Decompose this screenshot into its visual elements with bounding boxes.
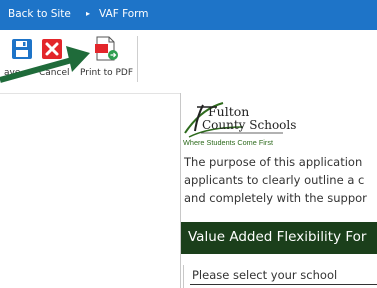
logo-line-2: County Schools xyxy=(202,118,297,132)
breadcrumb-current: VAF Form xyxy=(99,8,149,20)
logo-tagline: Where Students Come First xyxy=(183,138,274,147)
logo-line-1: Fulton xyxy=(208,104,250,119)
intro-text-line: and completely with the suppor xyxy=(184,191,367,205)
print-pdf-icon xyxy=(95,36,118,61)
back-to-site-link[interactable]: Back to Site xyxy=(8,8,71,20)
document-left-border xyxy=(180,93,181,288)
toolbar-divider xyxy=(137,36,138,82)
save-label[interactable]: ave xyxy=(4,68,20,78)
intro-text-line: The purpose of this application xyxy=(184,155,363,169)
print-to-pdf-label[interactable]: Print to PDF xyxy=(80,68,133,78)
save-icon xyxy=(12,39,32,59)
breadcrumb-separator-icon: ▸ xyxy=(86,9,91,18)
school-select[interactable]: Please select your school xyxy=(192,268,337,282)
cancel-label[interactable]: Cancel xyxy=(39,68,70,78)
school-select-underline xyxy=(190,284,377,285)
intro-text-line: applicants to clearly outline a c xyxy=(184,173,365,187)
cancel-icon xyxy=(42,39,62,59)
form-title: Value Added Flexibility For xyxy=(188,229,367,245)
